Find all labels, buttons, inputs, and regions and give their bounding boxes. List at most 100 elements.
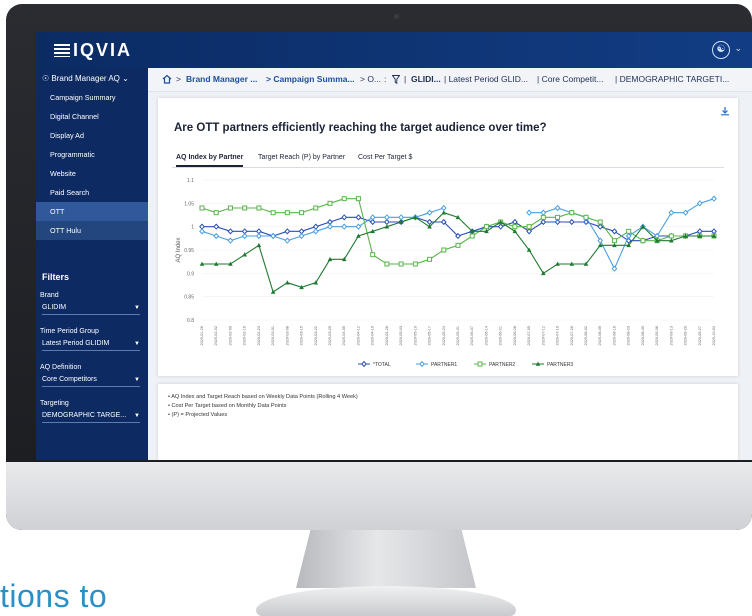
data-point — [327, 200, 333, 206]
data-point — [554, 204, 561, 212]
tab-aq-index[interactable]: AQ Index by Partner — [176, 154, 244, 167]
x-tick-label: 2020-08-09 — [598, 326, 602, 345]
tab-target-reach[interactable]: Target Reach (P) by Partner — [258, 154, 345, 161]
sidebar-item-display-ad[interactable]: Display Ad — [36, 126, 148, 145]
data-point — [555, 214, 561, 220]
data-point — [256, 242, 262, 248]
filter-icon[interactable] — [392, 75, 400, 84]
data-point — [284, 228, 291, 235]
data-point — [597, 219, 603, 225]
caret-down-icon: ▼ — [134, 305, 140, 311]
chart-card: Are OTT partners efficiently reaching th… — [158, 98, 738, 376]
filter-targeting-select[interactable]: DEMOGRAPHIC TARGE... ▼ — [42, 409, 140, 423]
x-tick-label: 2020-05-24 — [442, 326, 446, 345]
data-point — [227, 205, 233, 211]
data-point — [540, 218, 547, 226]
breadcrumb-colon: : — [384, 74, 387, 84]
monitor-stand-neck — [296, 530, 476, 588]
legend-label: PARTNER3 — [547, 362, 573, 368]
breadcrumb-ott[interactable]: > O... — [360, 74, 381, 84]
filter-time-period-select[interactable]: Latest Period GLIDIM ▼ — [42, 337, 140, 351]
data-point — [512, 224, 518, 230]
data-point — [427, 256, 433, 262]
sidebar-item-website[interactable]: Website — [36, 164, 148, 183]
legend-label: *TOTAL — [373, 362, 391, 368]
data-point — [355, 214, 362, 221]
monitor-frame: IQVIA ☯ ⌄ ☉ Brand Manager AQ ⌄ Campaign … — [6, 4, 752, 530]
filter-aq-definition-select[interactable]: Core Competitors ▼ — [42, 373, 140, 387]
filter-value: Latest Period GLIDIM — [42, 340, 110, 347]
x-tick-label: 2020-07-26 — [570, 326, 574, 345]
sidebar-item-ott[interactable]: OTT — [36, 202, 148, 221]
logo-mark-icon — [54, 44, 70, 57]
chevron-down-icon: ⌄ — [122, 74, 129, 83]
data-point — [213, 210, 219, 216]
data-point — [497, 223, 504, 230]
x-tick-label: 2020-05-17 — [428, 326, 432, 345]
sidebar-item-digital-channel[interactable]: Digital Channel — [36, 107, 148, 126]
data-point — [540, 209, 547, 216]
sidebar-item-ott-hulu[interactable]: OTT Hulu — [36, 221, 148, 240]
download-icon[interactable] — [720, 106, 730, 116]
sidebar-item-campaign-summary[interactable]: Campaign Summary — [36, 88, 148, 107]
x-tick-label: 2020-09-13 — [669, 326, 673, 345]
sidebar-item-paid-search[interactable]: Paid Search — [36, 183, 148, 202]
y-tick-label: 0.95 — [184, 248, 194, 254]
data-point — [441, 210, 447, 215]
x-tick-label: 2020-05-10 — [413, 326, 417, 345]
page-caption: tions to — [0, 578, 108, 614]
x-tick-label: 2020-06-14 — [484, 326, 488, 345]
breadcrumb-targeting-filter[interactable]: | DEMOGRAPHIC TARGETI... — [615, 74, 729, 84]
x-tick-label: 2020-03-01 — [271, 326, 275, 345]
data-point — [398, 214, 404, 221]
data-point — [682, 209, 689, 216]
x-tick-label: 2020-09-20 — [684, 326, 688, 345]
data-point — [583, 214, 589, 220]
x-tick-label: 2020-04-26 — [385, 326, 389, 345]
tab-cost-per-target[interactable]: Cost Per Target $ — [358, 154, 412, 161]
x-tick-label: 2020-03-15 — [300, 326, 304, 345]
x-tick-label: 2020-09-27 — [698, 326, 702, 345]
main-content: Are OTT partners efficiently reaching th… — [148, 92, 752, 460]
y-tick-label: 1 — [191, 225, 194, 231]
sidebar: ☉ Brand Manager AQ ⌄ Campaign Summary Di… — [36, 68, 148, 460]
user-icon[interactable]: ☯ — [712, 41, 730, 59]
breadcrumb-time-filter[interactable]: | Latest Period GLID... — [444, 74, 528, 84]
y-tick-label: 1.05 — [184, 201, 194, 207]
home-icon[interactable] — [162, 74, 172, 84]
breadcrumb: > Brand Manager ... > Campaign Summa... … — [148, 68, 752, 92]
breadcrumb-brand-filter[interactable]: GLIDI... — [411, 74, 441, 84]
x-tick-label: 2020-06-07 — [470, 326, 474, 345]
sidebar-item-programmatic[interactable]: Programmatic — [36, 145, 148, 164]
webcam-dot — [394, 14, 399, 19]
breadcrumb-campaign-summary[interactable]: > Campaign Summa... — [266, 74, 355, 84]
iqvia-logo[interactable]: IQVIA — [54, 40, 132, 61]
data-point — [540, 214, 546, 220]
sidebar-header[interactable]: ☉ Brand Manager AQ ⌄ — [42, 74, 129, 83]
breadcrumb-aq-filter[interactable]: | Core Competit... — [537, 74, 603, 84]
breadcrumb-brand-manager[interactable]: Brand Manager ... — [186, 74, 257, 84]
user-menu-chevron-icon[interactable]: ⌄ — [734, 43, 742, 54]
data-point — [611, 238, 617, 244]
x-tick-label: 2020-08-16 — [612, 326, 616, 345]
data-point — [569, 210, 575, 216]
x-tick-label: 2020-07-19 — [556, 326, 560, 345]
breadcrumb-divider: | — [404, 74, 407, 84]
data-point — [298, 232, 305, 240]
y-tick-label: 0.85 — [184, 295, 194, 301]
x-tick-label: 2020-02-09 — [228, 326, 232, 345]
data-point — [512, 218, 518, 226]
data-point — [640, 238, 646, 244]
data-point — [355, 223, 362, 230]
x-tick-label: 2020-06-28 — [513, 326, 517, 345]
data-point — [270, 210, 276, 216]
data-point — [284, 210, 290, 216]
data-point — [711, 195, 717, 202]
filter-brand-select[interactable]: GLIDIM ▼ — [42, 301, 140, 315]
filter-label: Brand — [40, 292, 59, 299]
legend-label: PARTNER1 — [431, 362, 457, 368]
y-tick-label: 0.8 — [187, 318, 194, 324]
data-point — [313, 205, 319, 211]
x-tick-label: 2020-04-12 — [356, 326, 360, 345]
x-tick-label: 2020-08-23 — [627, 326, 631, 345]
